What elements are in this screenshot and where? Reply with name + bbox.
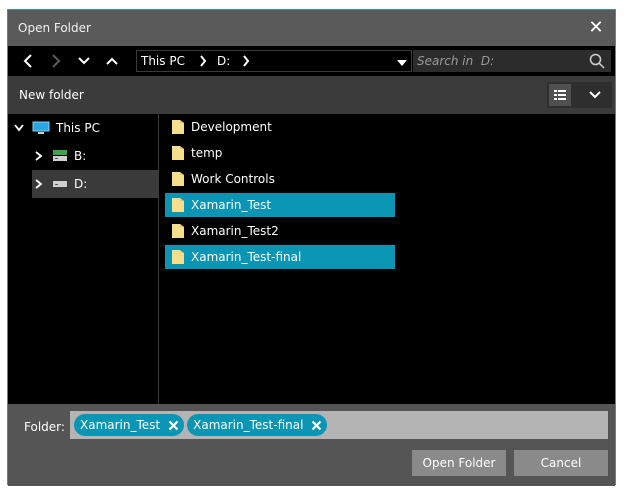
folder-name: Development [191,120,272,134]
folder-field[interactable]: Xamarin_Test Xamarin_Test-final [70,411,608,439]
back-button[interactable] [14,46,42,76]
chevron-left-icon [23,54,32,68]
folder-icon [172,198,184,212]
navigation-bar: This PC D: [8,46,615,76]
chevron-down-icon [589,88,601,102]
network-drive-icon [52,149,68,163]
breadcrumb-d-drive[interactable]: D: [217,54,230,68]
folder-icon [172,224,184,238]
remove-icon[interactable] [309,418,323,432]
chip-label: Xamarin_Test-final [193,418,304,432]
expanded-chevron-icon[interactable] [12,121,26,135]
breadcrumb-separator-icon[interactable] [193,50,213,72]
folder-name: Xamarin_Test2 [191,224,279,238]
list-item[interactable]: Xamarin_Test [165,193,395,217]
forward-button[interactable] [42,46,70,76]
breadcrumb: This PC D: [136,50,412,72]
collapsed-chevron-icon[interactable] [32,149,46,163]
footer: Folder: Xamarin_Test Xamarin_Test-final … [8,404,615,486]
chevron-down-icon [78,57,90,65]
tree-item-d-drive[interactable]: D: [32,170,158,198]
browser-pane: This PC B: D: Development temp Work Cont… [8,114,615,404]
folder-icon [172,146,184,160]
list-item[interactable]: Work Controls [165,167,395,191]
folder-list: Development temp Work Controls Xamarin_T… [163,114,613,404]
new-folder-button[interactable]: New folder [19,88,84,102]
list-item[interactable]: Xamarin_Test2 [165,219,395,243]
chevron-right-icon [52,54,61,68]
list-item[interactable]: temp [165,141,395,165]
close-icon[interactable]: ✕ [587,17,605,38]
history-dropdown-icon[interactable] [397,56,407,70]
open-folder-button[interactable]: Open Folder [412,450,506,476]
folder-name: Xamarin_Test [191,198,272,212]
tree-item-label: D: [74,177,88,191]
tree-item-label: B: [74,149,87,163]
folder-label: Folder: [24,420,65,434]
tree-item-label: This PC [56,121,100,135]
chip-label: Xamarin_Test [80,418,161,432]
folder-icon [172,250,184,264]
folder-name: Work Controls [191,172,275,186]
collapsed-chevron-icon[interactable] [32,177,46,191]
view-mode-button[interactable] [547,82,612,108]
cancel-button[interactable]: Cancel [514,450,608,476]
selected-folder-chip[interactable]: Xamarin_Test [74,414,185,436]
computer-icon [32,121,50,135]
selected-folder-chip[interactable]: Xamarin_Test-final [187,414,328,436]
folder-name: Xamarin_Test-final [191,250,302,264]
list-item[interactable]: Xamarin_Test-final [165,245,395,269]
title-bar: Open Folder ✕ [8,10,615,46]
toolbar: New folder [8,76,615,114]
tree-item-this-pc[interactable]: This PC [12,115,158,141]
tree-item-b-drive[interactable]: B: [32,143,158,169]
search-box [413,50,611,72]
up-button[interactable] [98,46,126,76]
chevron-up-icon [106,57,118,65]
recent-locations-button[interactable] [70,46,98,76]
list-item[interactable]: Development [165,115,395,139]
folder-icon [172,120,184,134]
dialog-title: Open Folder [18,21,91,35]
open-folder-dialog: Open Folder ✕ This PC D: Search in D: Ne… [7,9,616,486]
remove-icon[interactable] [166,418,180,432]
folder-tree: This PC B: D: [8,114,159,404]
breadcrumb-this-pc[interactable]: This PC [141,54,185,68]
search-input[interactable] [417,54,587,68]
drive-icon [52,179,68,189]
search-icon[interactable] [589,53,605,72]
folder-name: temp [191,146,223,160]
breadcrumb-separator-icon[interactable] [236,50,256,72]
view-details-icon [549,84,571,106]
folder-icon [172,172,184,186]
